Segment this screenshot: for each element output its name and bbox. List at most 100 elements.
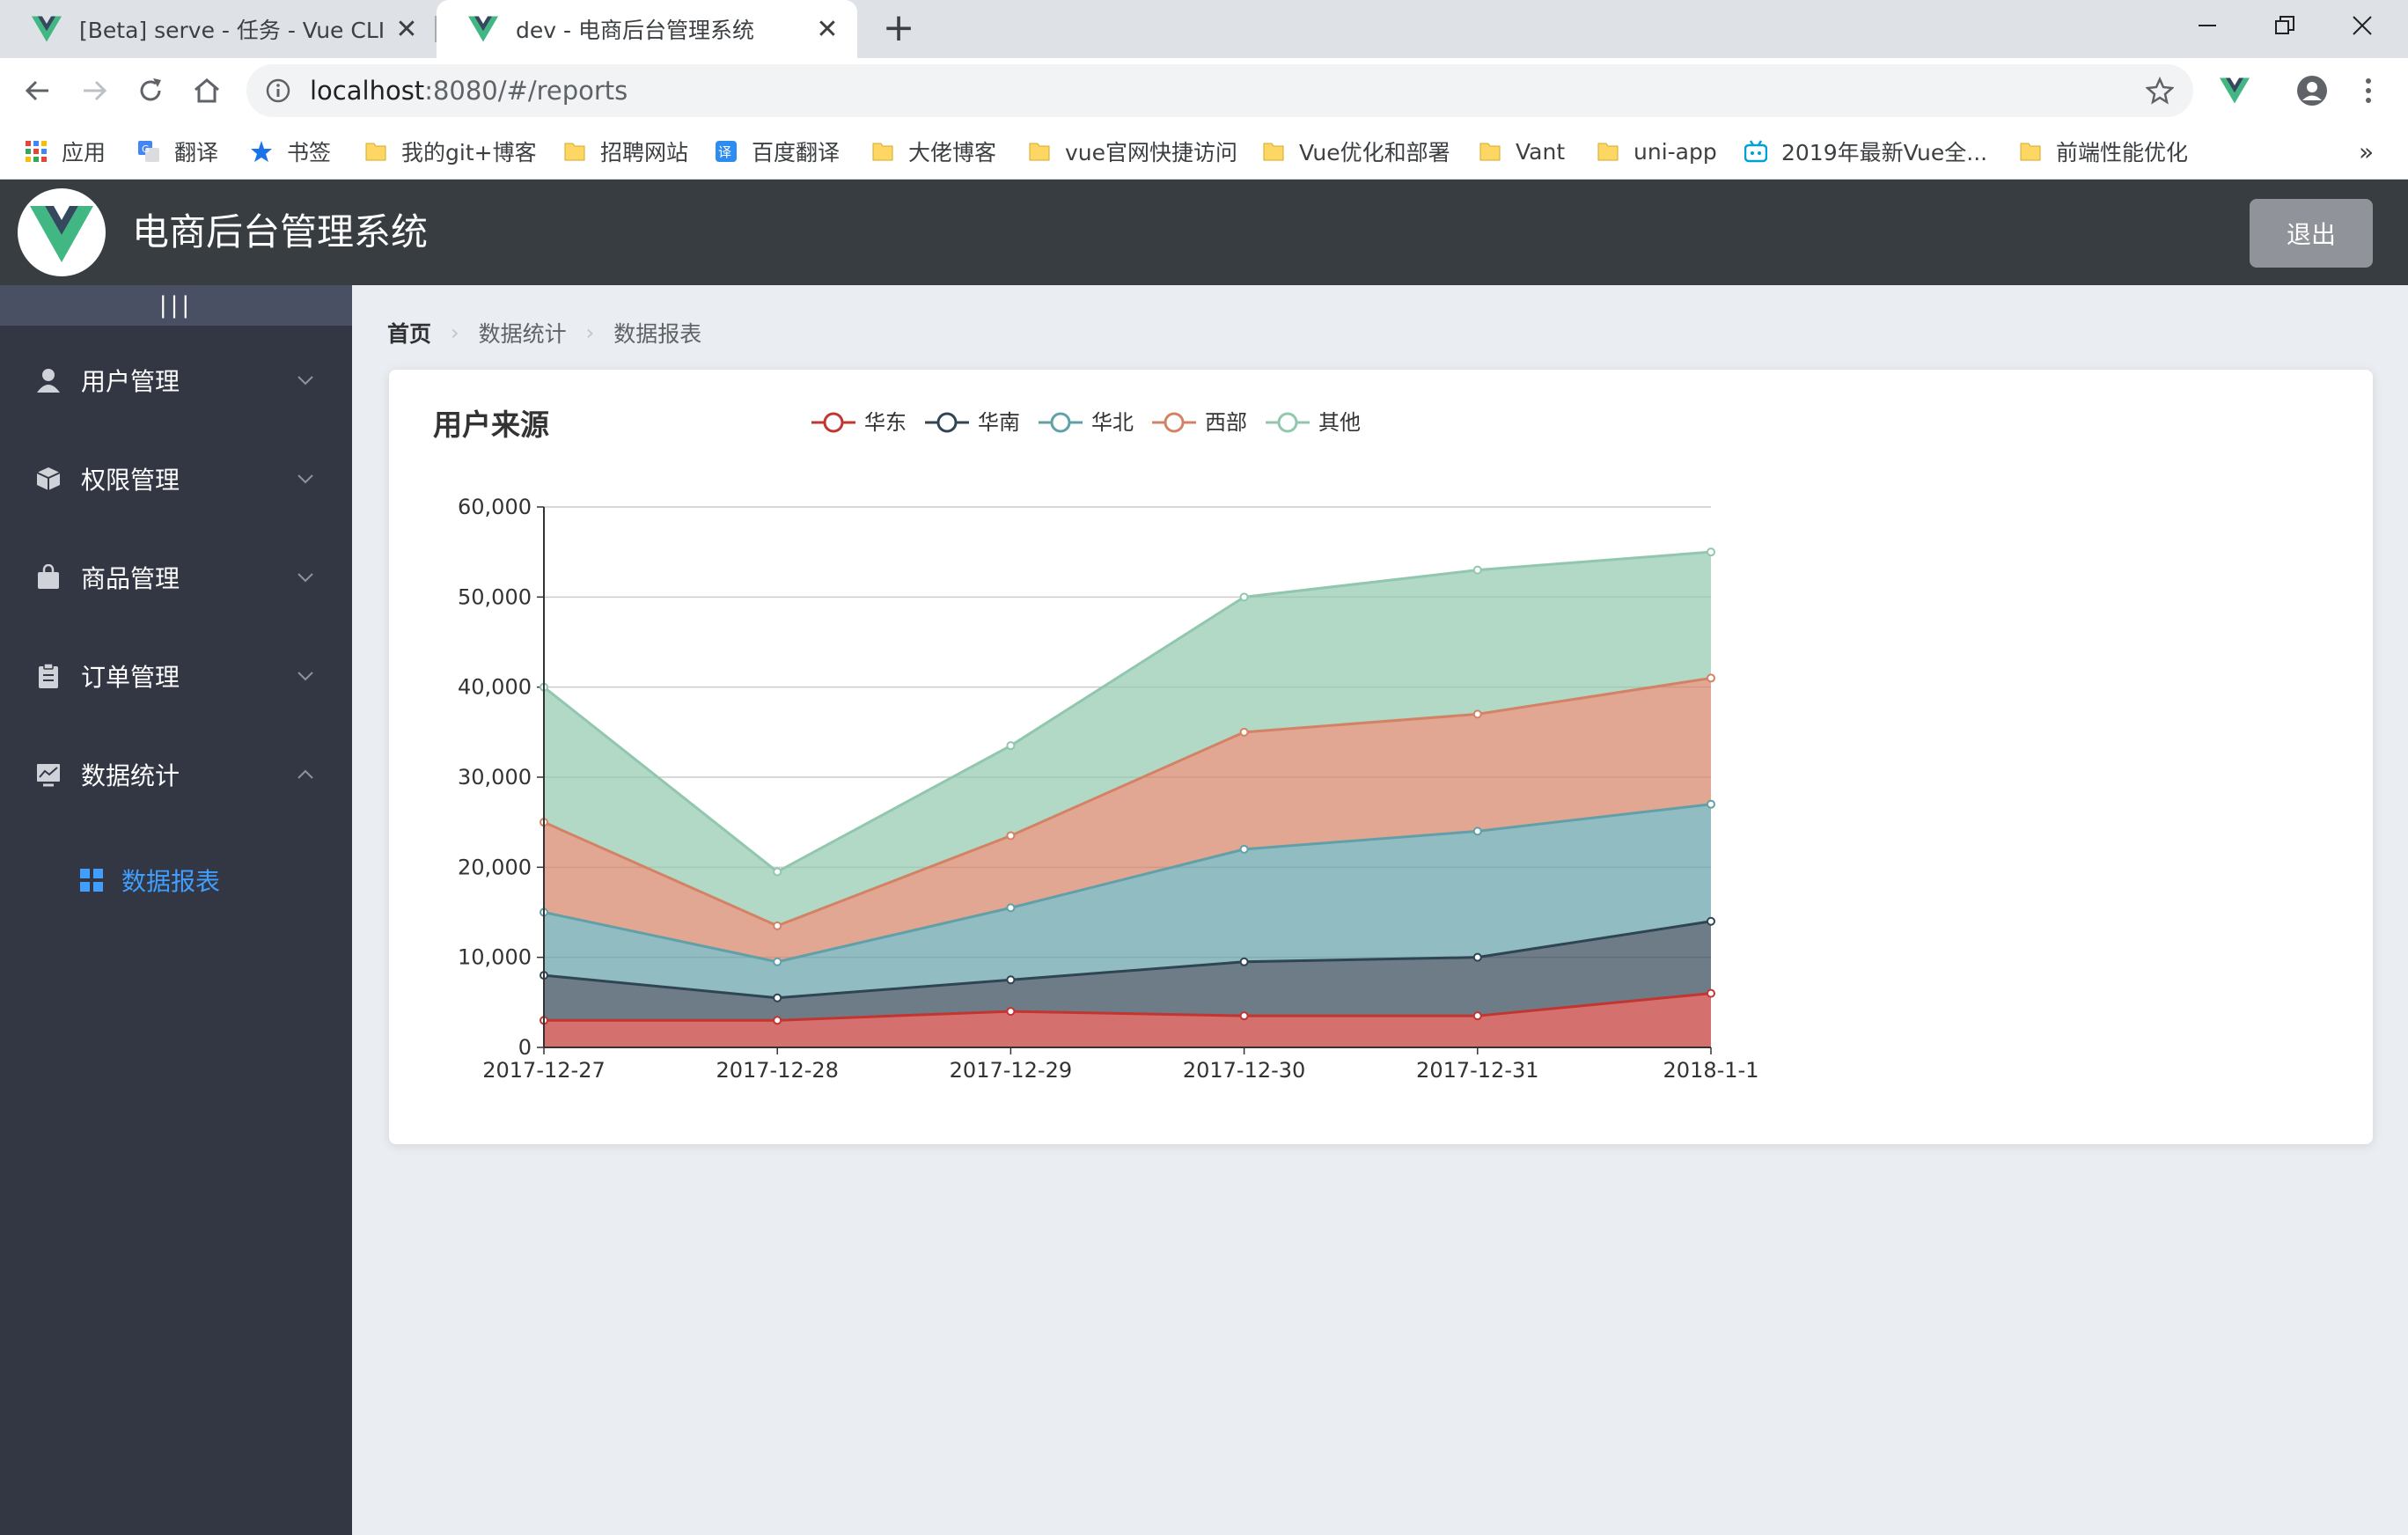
google-translate-icon: G [138,141,159,162]
breadcrumb-statistics: 数据统计 [478,321,567,347]
data-point [1006,1007,1016,1017]
bookmark-folder-vue-deploy[interactable]: Vue优化和部署 [1262,123,1450,180]
browser-tab-dev[interactable]: dev - 电商后台管理系统 ✕ [437,0,857,58]
data-point [1239,727,1249,737]
bookmark-star-icon[interactable] [2146,77,2174,105]
bookmark-folder-blogs[interactable]: 大佬博客 [871,123,996,180]
x-tick-label: 2017-12-28 [716,1058,838,1083]
x-tick-label: 2017-12-30 [1183,1058,1305,1083]
browser-tab-vue-cli[interactable]: [Beta] serve - 任务 - Vue CLI ✕ [0,0,437,58]
bookmark-label: 翻译 [174,140,219,165]
y-tick-label: 30,000 [458,765,532,790]
svg-text:G: G [142,143,150,155]
minimize-icon [2199,25,2216,26]
url-host: localhost [310,76,425,106]
close-icon[interactable]: ✕ [394,14,419,45]
chevron-up-icon [297,769,313,779]
bookmarks-bar: 应用 G 翻译 书签 我的git+博客 招聘网站 译 百度翻译 大佬博客 vue… [0,123,2408,180]
restore-icon [2275,16,2294,34]
window-close-button[interactable] [2324,0,2401,51]
bookmark-folder-uni-app[interactable]: uni-app [1597,123,1717,180]
logout-button[interactable]: 退出 [2250,199,2373,268]
main-content: 首页 › 数据统计 › 数据报表 用户来源 0 10,000 20,000 30,000… [352,285,2408,1535]
restore-button[interactable] [2246,0,2324,51]
svg-text:译: 译 [718,144,731,160]
data-point [1472,826,1482,836]
data-point [1006,741,1016,751]
bookmark-label: vue官网快捷访问 [1065,140,1238,165]
data-point [1239,957,1249,966]
bookmark-translate[interactable]: G 翻译 [137,123,218,180]
vue-logo-icon [2220,77,2250,104]
x-tick-label: 2017-12-31 [1416,1058,1538,1083]
tab-title: dev - 电商后台管理系统 [516,18,754,43]
legend-label: 其他 [1318,410,1361,435]
bookmark-bilibili-vue[interactable]: 2019年最新Vue全... [1744,123,1987,180]
folder-icon [564,143,585,161]
data-point [773,957,782,966]
breadcrumb-reports: 数据报表 [613,321,702,347]
sidebar-item-statistics[interactable]: 数据统计 [0,725,352,824]
sidebar-item-label: 用户管理 [81,367,180,396]
bookmark-folder-git[interactable]: 我的git+博客 [364,123,537,180]
sidebar-item-users[interactable]: 用户管理 [0,331,352,430]
close-icon[interactable]: ✕ [815,14,840,45]
data-point [773,921,782,930]
legend-marker [823,412,844,433]
vue-devtools-extension[interactable] [2214,70,2255,111]
folder-icon [872,143,893,161]
bookmark-label: 百度翻译 [752,140,841,165]
data-point [773,1016,782,1025]
bookmark-label: 前端性能优化 [2056,140,2189,165]
x-tick-label: 2017-12-27 [482,1058,605,1083]
home-button[interactable] [187,70,227,111]
browser-menu-button[interactable] [2348,70,2389,111]
sidebar-subitem-reports[interactable]: 数据报表 [0,831,352,929]
bookmark-folder-vue-site[interactable]: vue官网快捷访问 [1028,123,1237,180]
reload-button[interactable] [130,70,171,111]
x-tick-label: 2017-12-29 [950,1058,1072,1083]
vue-logo-icon [468,16,498,42]
folder-icon [1029,143,1050,161]
forward-button[interactable] [74,70,114,111]
bookmarks-overflow-button[interactable]: » [2359,123,2374,180]
data-point [1239,1011,1249,1021]
sidebar-item-label: 数据统计 [81,761,180,790]
y-tick-label: 50,000 [458,584,532,609]
data-point [1239,592,1249,602]
browser-tab-strip: [Beta] serve - 任务 - Vue CLI ✕ dev - 电商后台… [0,0,2408,58]
bookmark-folder-jobs[interactable]: 招聘网站 [563,123,688,180]
bookmark-apps[interactable]: 应用 [25,123,106,180]
data-point [773,867,782,877]
box-icon [36,467,61,490]
folder-icon [1597,143,1619,161]
sidebar-item-goods[interactable]: 商品管理 [0,528,352,627]
address-bar[interactable]: localhost:8080/#/reports [246,64,2193,117]
bookmark-label: uni-app [1633,138,1717,165]
back-button[interactable] [18,70,58,111]
minimize-button[interactable] [2169,0,2246,51]
chevron-down-icon [297,672,313,681]
sidebar-item-label: 订单管理 [81,663,180,692]
bookmark-folder-vant[interactable]: Vant [1479,123,1565,180]
profile-button[interactable] [2292,70,2332,111]
breadcrumb-home[interactable]: 首页 [387,317,431,349]
new-tab-button[interactable]: + [878,9,919,49]
bookmark-baidu-translate[interactable]: 译 百度翻译 [715,123,840,180]
bookmark-label: Vue优化和部署 [1299,140,1450,165]
url-path: :8080/#/reports [424,76,628,106]
info-icon[interactable] [266,78,290,103]
bookmark-folder-perf[interactable]: 前端性能优化 [2019,123,2188,180]
app-header: 电商后台管理系统 退出 [0,180,2408,285]
report-card: 用户来源 0 10,000 20,000 30,000 40,000 50,000 60,00… [389,370,2373,1144]
folder-icon [1479,143,1501,161]
bookmark-label: Vant [1516,138,1566,165]
data-point [1707,916,1715,926]
sidebar-item-permissions[interactable]: 权限管理 [0,430,352,528]
bookmark-bookmarks[interactable]: 书签 [250,123,331,180]
sidebar-item-label: 权限管理 [81,466,180,495]
baidu-translate-icon: 译 [716,141,737,162]
sidebar-item-orders[interactable]: 订单管理 [0,627,352,725]
bookmark-label: 大佬博客 [908,140,997,165]
reload-icon [140,78,161,101]
